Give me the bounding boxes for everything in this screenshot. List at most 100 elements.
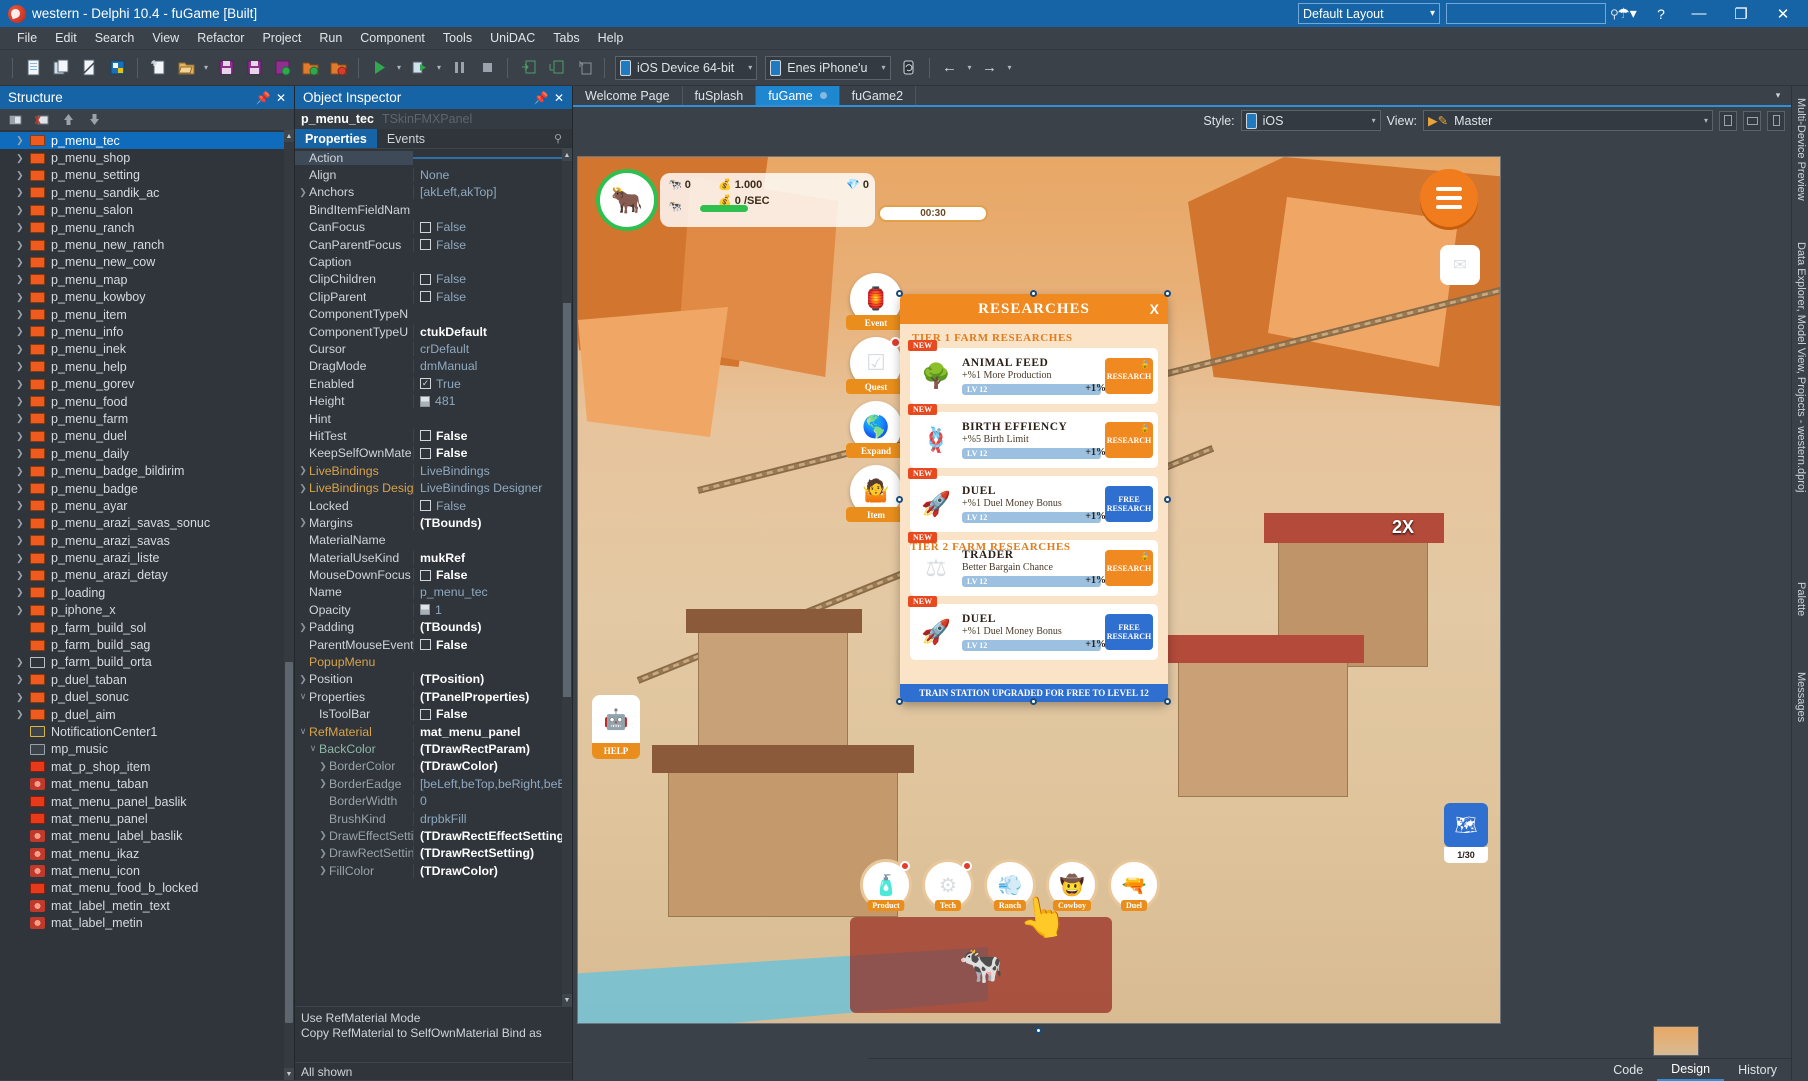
portrait-view-button[interactable] — [1719, 110, 1737, 131]
minimize-button[interactable]: — — [1678, 0, 1720, 27]
selection-handle-ml[interactable] — [896, 496, 903, 503]
structure-item-p_menu_ranch[interactable]: ❯ p_menu_ranch — [0, 219, 294, 236]
menu-item-run[interactable]: Run — [310, 29, 351, 47]
menu-item-component[interactable]: Component — [351, 29, 434, 47]
expand-chevron-icon[interactable]: ❯ — [16, 170, 30, 181]
expand-chevron-icon[interactable]: ❯ — [16, 483, 30, 494]
selection-handle-tr[interactable] — [1164, 290, 1171, 297]
property-row-Cursor[interactable]: Cursor crDefault — [295, 340, 572, 357]
property-value[interactable]: False — [413, 220, 572, 235]
property-expand-icon[interactable]: ❯ — [297, 187, 309, 198]
property-value[interactable]: (TDrawRectEffectSetting) — [413, 828, 572, 843]
research-button[interactable]: RESEARCH 🔒 — [1105, 422, 1153, 458]
property-row-Caption[interactable]: Caption — [295, 253, 572, 270]
buffalo-avatar[interactable]: 🐂 — [596, 169, 658, 231]
structure-item-p_menu_daily[interactable]: ❯ p_menu_daily — [0, 445, 294, 462]
phone-preview-surface[interactable]: 🐂 💰 1.000 💰 0 /SEC 🐄 0 🐄 💎 0 00:30 ✉ 🏮 E… — [577, 156, 1501, 1024]
property-row-RefMaterial[interactable]: ∨ RefMaterial mat_menu_panel — [295, 723, 572, 740]
structure-item-p_menu_new_ranch[interactable]: ❯ p_menu_new_ranch — [0, 236, 294, 253]
move-up-icon[interactable] — [60, 112, 76, 127]
save-project-button[interactable] — [270, 56, 294, 80]
title-search-box[interactable]: ⚲ — [1446, 3, 1619, 24]
property-value[interactable]: dmManual — [413, 359, 572, 374]
target-platform-selector[interactable]: iOS Device 64-bit ▾ — [615, 55, 758, 80]
property-row-BorderColor[interactable]: ❯ BorderColor (TDrawColor) — [295, 758, 572, 775]
expand-chevron-icon[interactable]: ❯ — [16, 605, 30, 616]
structure-item-mat_menu_panel_baslik[interactable]: mat_menu_panel_baslik — [0, 793, 294, 810]
structure-item-p_menu_info[interactable]: ❯ p_menu_info — [0, 323, 294, 340]
structure-item-p_menu_gorev[interactable]: ❯ p_menu_gorev — [0, 375, 294, 392]
structure-item-p_menu_arazi_liste[interactable]: ❯ p_menu_arazi_liste — [0, 549, 294, 566]
selection-handle-tl[interactable] — [896, 290, 903, 297]
structure-item-p_menu_farm[interactable]: ❯ p_menu_farm — [0, 410, 294, 427]
property-row-BackColor[interactable]: ∨ BackColor (TDrawRectParam) — [295, 740, 572, 757]
tab-events[interactable]: Events — [377, 129, 435, 148]
property-value[interactable]: False — [413, 446, 572, 461]
menu-item-unidac[interactable]: UniDAC — [481, 29, 544, 47]
expand-chevron-icon[interactable]: ❯ — [16, 500, 30, 511]
property-value[interactable]: False — [413, 568, 572, 583]
structure-item-p_menu_arazi_savas[interactable]: ❯ p_menu_arazi_savas — [0, 532, 294, 549]
scroll-up-arrow[interactable]: ▲ — [562, 149, 572, 161]
property-value[interactable]: [beLeft,beTop,beRight,beBotto — [413, 776, 572, 791]
inspector-object-selector[interactable]: p_menu_tec TSkinFMXPanel — [295, 109, 572, 129]
nav-forward-button[interactable]: → — [978, 56, 1002, 80]
property-value[interactable]: mat_menu_panel — [413, 724, 572, 739]
mail-button[interactable]: ✉ — [1440, 245, 1480, 285]
property-value[interactable]: 481 — [413, 394, 572, 409]
device-frame-button[interactable] — [1767, 110, 1785, 131]
expand-chevron-icon[interactable]: ❯ — [16, 413, 30, 424]
nav-back-button[interactable]: ← — [938, 56, 962, 80]
expand-chevron-icon[interactable]: ❯ — [16, 657, 30, 668]
menu-item-search[interactable]: Search — [86, 29, 144, 47]
property-row-Locked[interactable]: Locked False — [295, 497, 572, 514]
scroll-down-arrow[interactable]: ▼ — [562, 994, 572, 1006]
property-value[interactable]: ✓ True — [413, 376, 572, 391]
property-expand-icon[interactable]: ❯ — [317, 848, 329, 859]
property-value[interactable]: None — [413, 168, 572, 183]
expand-chevron-icon[interactable]: ❯ — [16, 135, 30, 146]
structure-item-p_menu_food[interactable]: ❯ p_menu_food — [0, 393, 294, 410]
save-page-button[interactable] — [77, 56, 101, 80]
designer-tab-fugame2[interactable]: fuGame2 — [840, 86, 917, 105]
tab-palette[interactable]: Palette — [1792, 576, 1808, 622]
inspector-search-icon[interactable]: ⚲ — [554, 132, 568, 146]
structure-item-p_menu_help[interactable]: ❯ p_menu_help — [0, 358, 294, 375]
property-row-Position[interactable]: ❯ Position (TPosition) — [295, 671, 572, 688]
research-item[interactable]: NEW 🌳 ANIMAL FEED +%1 More Production LV 12 +… — [908, 340, 1158, 404]
property-row-ComponentTypeU[interactable]: ComponentTypeU ctukDefault — [295, 323, 572, 340]
inspector-property-list[interactable]: Action Align None ❯ Anchors [akLeft,akTop] Bin… — [295, 149, 572, 1006]
inspector-scroll-thumb[interactable] — [563, 303, 571, 698]
cow-panel[interactable]: 🐄 — [850, 917, 1112, 1013]
property-value[interactable]: ctukDefault — [413, 324, 572, 339]
property-checkbox[interactable] — [420, 273, 431, 285]
structure-item-p_duel_aim[interactable]: ❯ p_duel_aim — [0, 706, 294, 723]
menu-item-file[interactable]: File — [8, 29, 46, 47]
view-tab-design[interactable]: Design — [1657, 1059, 1725, 1081]
project-manager-button[interactable] — [105, 56, 129, 80]
scroll-up-arrow[interactable]: ▲ — [284, 130, 294, 142]
save-all-button[interactable] — [242, 56, 266, 80]
property-checkbox[interactable] — [420, 569, 431, 581]
property-expand-icon[interactable]: ∨ — [297, 726, 309, 737]
property-value[interactable]: (TBounds) — [413, 515, 572, 530]
help-button[interactable]: 🤖 — [592, 695, 640, 743]
property-row-Padding[interactable]: ❯ Padding (TBounds) — [295, 619, 572, 636]
property-row-Properties[interactable]: ∨ Properties (TPanelProperties) — [295, 688, 572, 705]
designer-tab-welcome-page[interactable]: Welcome Page — [573, 86, 683, 105]
property-expand-icon[interactable]: ❯ — [297, 674, 309, 685]
property-checkbox[interactable] — [420, 430, 431, 442]
expand-chevron-icon[interactable]: ❯ — [16, 153, 30, 164]
form-resize-handle[interactable] — [1035, 1027, 1042, 1034]
property-row-MaterialUseKind[interactable]: MaterialUseKind mukRef — [295, 549, 572, 566]
structure-item-mat_p_shop_item[interactable]: mat_p_shop_item — [0, 758, 294, 775]
step-into-button[interactable] — [544, 56, 568, 80]
property-row-ComponentTypeN[interactable]: ComponentTypeN — [295, 306, 572, 323]
tab-data-explorer-projects[interactable]: Data Explorer, Model View, Projects - we… — [1792, 236, 1808, 498]
structure-item-mat_menu_taban[interactable]: mat_menu_taban — [0, 775, 294, 792]
step-out-button[interactable] — [572, 56, 596, 80]
property-row-Opacity[interactable]: Opacity 1 — [295, 601, 572, 618]
property-value[interactable]: False — [413, 272, 572, 287]
scroll-down-arrow[interactable]: ▼ — [284, 1068, 294, 1080]
step-over-button[interactable] — [516, 56, 540, 80]
